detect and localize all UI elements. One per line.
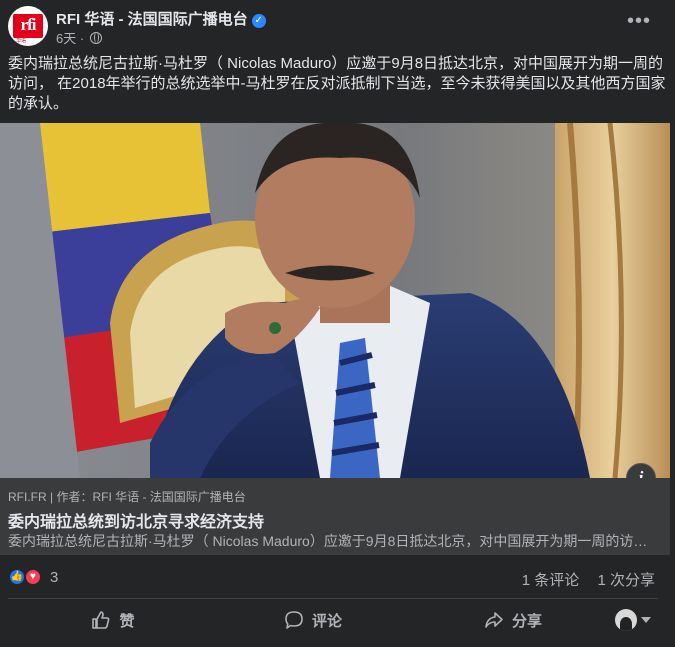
- post-header: rfi 华语 RFI 华语 - 法国国际广播电台 ✓ 6天 · •••: [8, 6, 667, 46]
- like-label: 赞: [119, 612, 135, 630]
- share-label: 分享: [511, 612, 542, 630]
- comment-count[interactable]: 1 条评论: [522, 572, 580, 589]
- viewer-avatar: [615, 609, 637, 631]
- link-domain: RFI.FR | 作者：RFI 华语 - 法国国际广播电台: [8, 490, 246, 504]
- comment-label: 评论: [311, 612, 342, 630]
- post-card: rfi 华语 RFI 华语 - 法国国际广播电台 ✓ 6天 · ••• 委内瑞拉总…: [0, 0, 675, 647]
- link-description: 委内瑞拉总统尼古拉斯·马杜罗（ Nicolas Maduro）应邀于9月8日抵达…: [8, 533, 648, 549]
- share-arrow-icon: [485, 612, 503, 628]
- thumbs-up-icon: [92, 611, 110, 629]
- post-text: 委内瑞拉总统尼古拉斯·马杜罗（ Nicolas Maduro）应邀于9月8日抵达…: [8, 55, 666, 112]
- post-photo[interactable]: i: [0, 123, 670, 478]
- globe-icon: [89, 32, 102, 44]
- love-reaction-icon: ♥: [24, 568, 42, 586]
- like-button[interactable]: 赞: [8, 602, 218, 638]
- photo-illustration: [0, 123, 670, 478]
- reaction-count: 3: [50, 569, 59, 586]
- chevron-down-icon: [641, 617, 651, 623]
- post-meta: 6天 ·: [56, 28, 102, 47]
- react-as-selector[interactable]: [608, 602, 658, 638]
- page-name-row: RFI 华语 - 法国国际广播电台 ✓: [56, 8, 266, 29]
- comment-button[interactable]: 评论: [208, 602, 418, 638]
- more-options-button[interactable]: •••: [627, 11, 651, 31]
- share-button[interactable]: 分享: [408, 602, 618, 638]
- page-name[interactable]: RFI 华语 - 法国国际广播电台: [56, 11, 248, 28]
- rfi-logo: rfi: [13, 14, 43, 38]
- comment-bubble-icon: [285, 611, 303, 629]
- link-title[interactable]: 委内瑞拉总统到访北京寻求经济支持: [8, 508, 264, 532]
- page-avatar[interactable]: rfi 华语: [8, 6, 48, 46]
- share-count[interactable]: 1 次分享: [597, 572, 655, 589]
- action-divider: [8, 598, 658, 599]
- rfi-logo-sub: 华语: [16, 38, 27, 44]
- engagement-stats: 1 条评论 1 次分享: [508, 569, 655, 590]
- link-preview[interactable]: RFI.FR | 作者：RFI 华语 - 法国国际广播电台 委内瑞拉总统到访北京…: [0, 478, 670, 555]
- action-bar: 赞 评论 分享: [8, 602, 658, 638]
- post-time[interactable]: 6天 ·: [56, 31, 84, 46]
- verified-badge-icon: ✓: [251, 14, 266, 28]
